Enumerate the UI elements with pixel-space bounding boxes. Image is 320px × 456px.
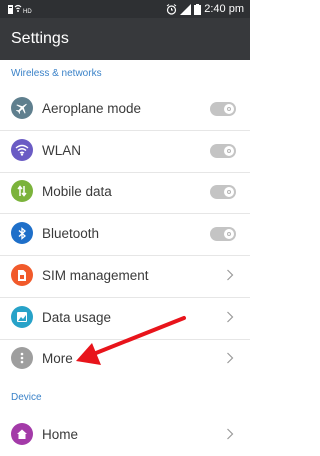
chevron-right-icon	[227, 428, 234, 440]
settings-item-label: Home	[42, 427, 79, 442]
annotation-arrow-icon	[76, 316, 186, 365]
home-icon	[11, 423, 33, 445]
settings-item-home[interactable]: Home	[0, 415, 250, 456]
section-header-device: Device	[11, 392, 42, 403]
